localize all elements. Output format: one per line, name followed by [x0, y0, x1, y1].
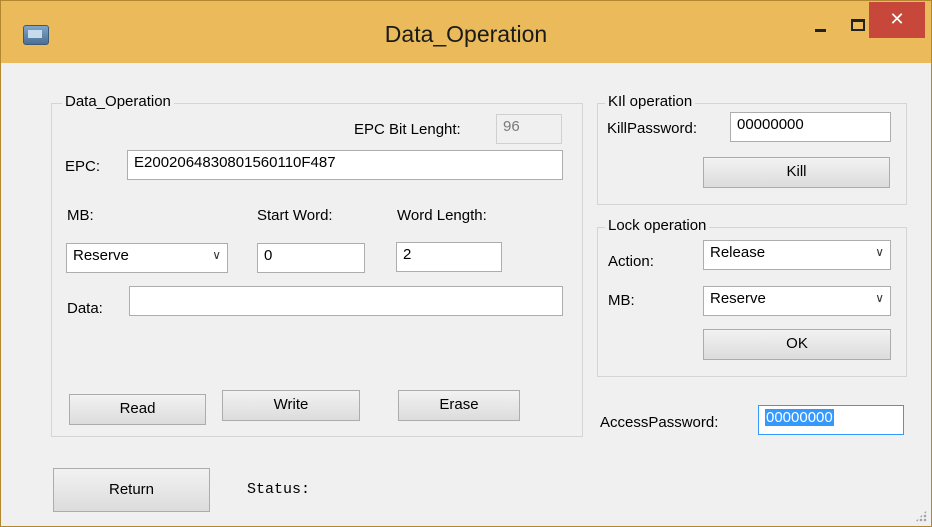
status-label: Status: — [247, 481, 311, 498]
chevron-down-icon: ∨ — [875, 291, 884, 305]
start-word-field[interactable]: 0 — [257, 243, 365, 273]
epc-bit-length-label: EPC Bit Lenght: — [354, 121, 461, 138]
chevron-down-icon: ∨ — [875, 245, 884, 259]
kill-password-label: KillPassword: — [607, 120, 698, 137]
close-button[interactable]: ✕ — [869, 2, 925, 38]
action-label: Action: — [608, 253, 654, 270]
action-select-value: Release — [710, 244, 766, 261]
resize-grip-icon[interactable] — [915, 510, 927, 522]
access-password-label: AccessPassword: — [600, 414, 719, 431]
read-button[interactable]: Read — [69, 394, 206, 425]
word-length-field[interactable]: 2 — [396, 242, 502, 272]
kill-operation-group-legend: KIl operation — [605, 93, 696, 110]
lock-mb-select[interactable]: Reserve ∨ — [703, 286, 891, 316]
kill-button[interactable]: Kill — [703, 157, 890, 188]
minimize-button[interactable] — [801, 11, 841, 39]
data-field[interactable] — [129, 286, 563, 316]
access-password-field[interactable]: 00000000 — [758, 405, 904, 435]
data-operation-window: Data_Operation ✕ Data_Operation EPC Bit … — [0, 0, 932, 527]
window-title: Data_Operation — [384, 21, 548, 47]
kill-password-field[interactable]: 00000000 — [730, 112, 891, 142]
epc-bit-length-field: 96 — [496, 114, 562, 144]
action-select[interactable]: Release ∨ — [703, 240, 891, 270]
close-icon: ✕ — [889, 9, 905, 29]
epc-label: EPC: — [65, 158, 101, 175]
data-operation-group-legend: Data_Operation — [62, 93, 174, 110]
ok-button[interactable]: OK — [703, 329, 891, 360]
title-bar[interactable]: Data_Operation ✕ — [1, 1, 931, 63]
erase-button[interactable]: Erase — [398, 390, 520, 421]
lock-operation-group-legend: Lock operation — [605, 217, 710, 234]
start-word-label: Start Word: — [257, 207, 333, 224]
word-length-label: Word Length: — [397, 207, 487, 224]
chevron-down-icon: ∨ — [212, 248, 221, 262]
mb-select[interactable]: Reserve ∨ — [66, 243, 228, 273]
mb-label: MB: — [67, 207, 94, 224]
access-password-value: 00000000 — [765, 409, 834, 426]
epc-field[interactable]: E2002064830801560110F487 — [127, 150, 563, 180]
return-button[interactable]: Return — [53, 468, 210, 512]
lock-mb-label: MB: — [608, 292, 635, 309]
data-label: Data: — [67, 300, 103, 317]
lock-mb-select-value: Reserve — [710, 290, 766, 307]
write-button[interactable]: Write — [222, 390, 360, 421]
mb-select-value: Reserve — [73, 247, 129, 264]
